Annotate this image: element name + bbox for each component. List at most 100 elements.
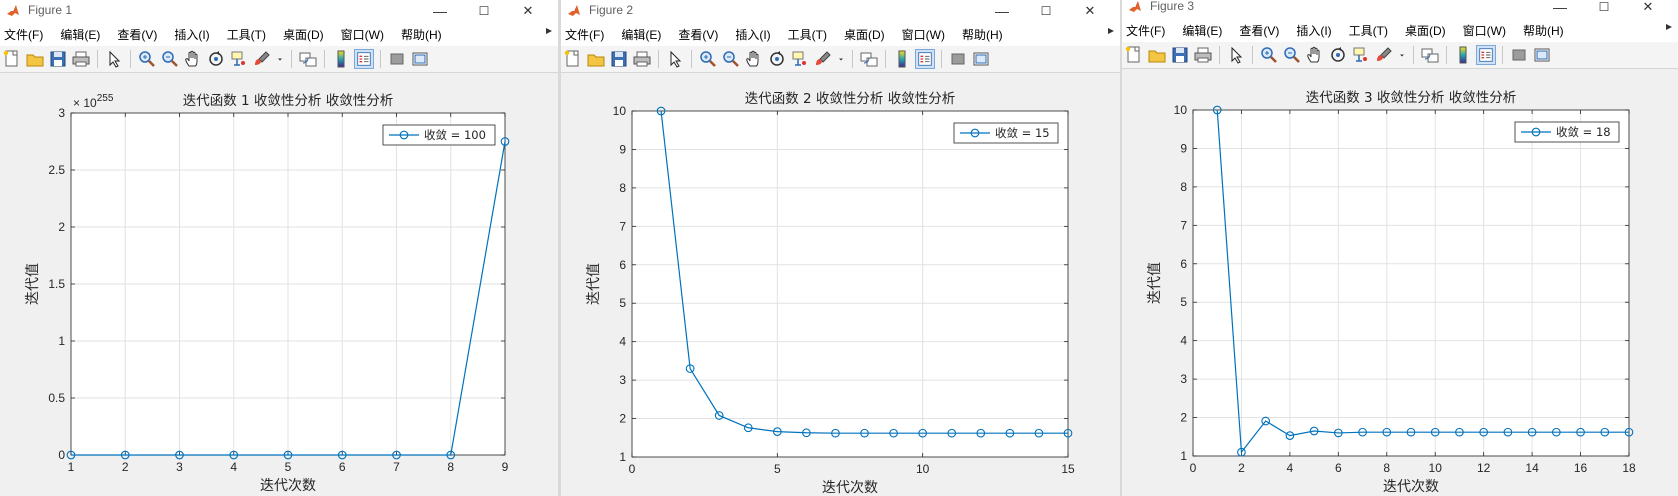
menu-item[interactable]: 查看(V) [1239,22,1279,39]
open-file-icon[interactable] [1147,45,1167,65]
menu-item[interactable]: 查看(V) [678,26,718,43]
title-bar[interactable]: Figure 1 — ☐ ✕ [0,0,558,22]
link-plot-icon[interactable] [1420,45,1440,65]
brush-icon[interactable] [1374,45,1394,65]
show-plot-tools-icon[interactable] [971,49,991,69]
x-tick-label: 2 [1238,461,1245,475]
menu-item[interactable]: 窗口(W) [902,26,945,43]
minimize-button[interactable]: — [1542,0,1578,18]
menu-item[interactable]: 文件(F) [1126,22,1165,39]
menu-item[interactable]: 帮助(H) [1523,22,1564,39]
open-file-icon[interactable] [25,49,45,69]
brush-dropdown-icon[interactable] [275,49,285,69]
menu-item[interactable]: 窗口(W) [1463,22,1506,39]
menu-item[interactable]: 插入(I) [735,26,770,43]
close-button[interactable]: ✕ [510,0,546,22]
rotate-3d-icon[interactable] [767,49,787,69]
menu-item[interactable]: 帮助(H) [401,26,442,43]
pointer-icon[interactable] [1226,45,1246,65]
menu-item[interactable]: 帮助(H) [962,26,1003,43]
pan-hand-icon[interactable] [183,49,203,69]
data-cursor-icon[interactable] [229,49,249,69]
menu-item[interactable]: 桌面(D) [844,26,885,43]
zoom-in-icon[interactable] [1259,45,1279,65]
save-icon[interactable] [609,49,629,69]
zoom-in-icon[interactable] [137,49,157,69]
x-axis-label: 迭代次数 [260,478,316,494]
dock-arrow-icon[interactable] [544,26,554,39]
rotate-3d-icon[interactable] [206,49,226,69]
menu-item[interactable]: 编辑(E) [1182,22,1222,39]
legend-icon[interactable] [915,49,935,69]
menu-item[interactable]: 编辑(E) [60,26,100,43]
y-tick-label: 8 [1180,180,1187,194]
brush-dropdown-icon[interactable] [836,49,846,69]
pan-hand-icon[interactable] [1305,45,1325,65]
data-cursor-icon[interactable] [1351,45,1371,65]
menu-item[interactable]: 工具(T) [1349,22,1388,39]
close-button[interactable]: ✕ [1072,0,1108,22]
data-cursor-icon[interactable] [790,49,810,69]
brush-dropdown-icon[interactable] [1397,45,1407,65]
plot-area[interactable] [632,111,1068,457]
menu-item[interactable]: 查看(V) [117,26,157,43]
zoom-out-icon[interactable] [160,49,180,69]
minimize-button[interactable]: — [422,0,458,22]
pointer-icon[interactable] [665,49,685,69]
maximize-button[interactable]: ☐ [1028,0,1064,22]
menu-item[interactable]: 桌面(D) [1405,22,1446,39]
new-figure-icon[interactable] [563,49,583,69]
menu-item[interactable]: 窗口(W) [341,26,384,43]
hide-plot-tools-icon[interactable] [1509,45,1529,65]
colorbar-icon[interactable] [331,49,351,69]
title-bar[interactable]: Figure 3 — ☐ ✕ [1122,0,1678,18]
menu-item[interactable]: 文件(F) [565,26,604,43]
dock-arrow-icon[interactable] [1664,22,1674,35]
legend[interactable]: 收敛 = 100 [382,124,496,146]
link-plot-icon[interactable] [298,49,318,69]
zoom-in-icon[interactable] [698,49,718,69]
menu-item[interactable]: 工具(T) [227,26,266,43]
show-plot-tools-icon[interactable] [410,49,430,69]
legend[interactable]: 收敛 = 18 [1514,121,1620,143]
print-icon[interactable] [71,49,91,69]
menu-item[interactable]: 编辑(E) [621,26,661,43]
rotate-3d-icon[interactable] [1328,45,1348,65]
menu-item[interactable]: 工具(T) [788,26,827,43]
menu-item[interactable]: 文件(F) [4,26,43,43]
title-bar[interactable]: Figure 2 — ☐ ✕ [561,0,1120,22]
hide-plot-tools-icon[interactable] [948,49,968,69]
plot-area[interactable] [1193,110,1629,456]
print-icon[interactable] [632,49,652,69]
chart-svg: 0 2 4 6 8 10 12 14 16 1812345678910迭代函数 3 收敛性分析 收… [1147,90,1636,495]
colorbar-icon[interactable] [1453,45,1473,65]
dock-arrow-icon[interactable] [1106,26,1116,39]
pan-hand-icon[interactable] [744,49,764,69]
legend[interactable]: 收敛 = 15 [953,122,1059,144]
pointer-icon[interactable] [104,49,124,69]
open-file-icon[interactable] [586,49,606,69]
maximize-button[interactable]: ☐ [1586,0,1622,18]
new-figure-icon[interactable] [2,49,22,69]
new-figure-icon[interactable] [1124,45,1144,65]
menu-item[interactable]: 桌面(D) [283,26,324,43]
figure-canvas: 0 5 10 15 1 2 3 4 5 6 7 8 9 10 迭代函数 2 收敛性分析 收敛性分析 迭代次数 迭… [561,73,1120,496]
brush-icon[interactable] [813,49,833,69]
legend-icon[interactable] [1476,45,1496,65]
print-icon[interactable] [1193,45,1213,65]
save-icon[interactable] [48,49,68,69]
menu-item[interactable]: 插入(I) [174,26,209,43]
save-icon[interactable] [1170,45,1190,65]
menu-item[interactable]: 插入(I) [1296,22,1331,39]
zoom-out-icon[interactable] [1282,45,1302,65]
legend-icon[interactable] [354,49,374,69]
close-button[interactable]: ✕ [1630,0,1666,18]
minimize-button[interactable]: — [984,0,1020,22]
link-plot-icon[interactable] [859,49,879,69]
zoom-out-icon[interactable] [721,49,741,69]
show-plot-tools-icon[interactable] [1532,45,1552,65]
colorbar-icon[interactable] [892,49,912,69]
hide-plot-tools-icon[interactable] [387,49,407,69]
brush-icon[interactable] [252,49,272,69]
maximize-button[interactable]: ☐ [466,0,502,22]
